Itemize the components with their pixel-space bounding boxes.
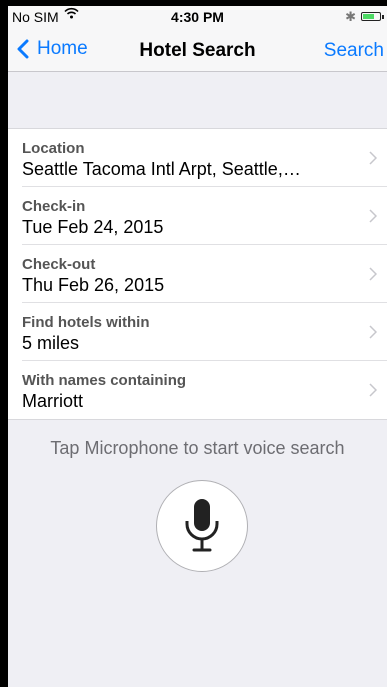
search-button[interactable]: Search <box>324 40 384 62</box>
bluetooth-icon: ✱ <box>345 9 356 24</box>
status-time: 4:30 PM <box>171 9 224 25</box>
search-form: Location Seattle Tacoma Intl Arpt, Seatt… <box>8 128 387 420</box>
chevron-right-icon <box>369 151 377 165</box>
check-in-row[interactable]: Check-in Tue Feb 24, 2015 <box>8 187 387 245</box>
back-chevron-icon <box>17 39 29 59</box>
navigation-bar: Home Hotel Search Search <box>8 28 387 72</box>
row-value: Tue Feb 24, 2015 <box>22 217 164 237</box>
microphone-icon <box>185 499 219 552</box>
row-value: Seattle Tacoma Intl Arpt, Seattle,… <box>22 159 301 179</box>
battery-icon <box>361 12 384 21</box>
battery-nub <box>382 15 384 19</box>
chevron-right-icon <box>369 209 377 223</box>
chevron-right-icon <box>369 325 377 339</box>
row-label: Find hotels within <box>22 314 150 331</box>
back-button[interactable]: Home <box>16 38 88 60</box>
row-label: Location <box>22 140 85 157</box>
app-screen: No SIM 4:30 PM ✱ Home Hotel Search Searc… <box>8 6 387 687</box>
distance-row[interactable]: Find hotels within 5 miles <box>8 303 387 361</box>
back-button-label: Home <box>37 38 88 59</box>
hotel-name-row[interactable]: With names containing Marriott <box>8 361 387 419</box>
row-label: Check-out <box>22 256 96 273</box>
microphone-button[interactable] <box>156 480 248 572</box>
row-value: 5 miles <box>22 333 80 353</box>
row-value: Thu Feb 26, 2015 <box>22 275 165 295</box>
row-label: Check-in <box>22 198 86 215</box>
check-out-row[interactable]: Check-out Thu Feb 26, 2015 <box>8 245 387 303</box>
battery-fill <box>363 14 375 19</box>
voice-search-hint: Tap Microphone to start voice search <box>50 438 345 458</box>
location-row[interactable]: Location Seattle Tacoma Intl Arpt, Seatt… <box>8 129 387 187</box>
status-bar: No SIM 4:30 PM ✱ <box>8 6 387 28</box>
chevron-right-icon <box>369 383 377 397</box>
row-value: Marriott <box>22 391 84 411</box>
row-label: With names containing <box>22 372 187 389</box>
chevron-right-icon <box>369 267 377 281</box>
